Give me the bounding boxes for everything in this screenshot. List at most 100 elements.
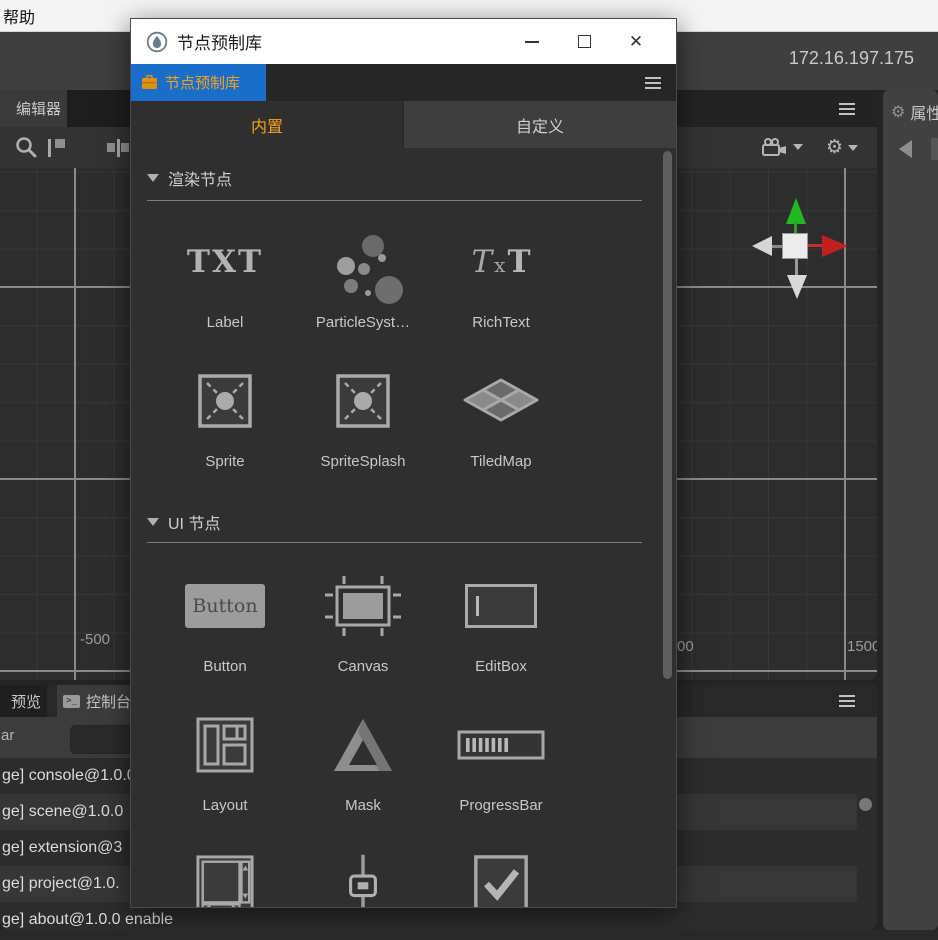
menu-item-help[interactable]: 帮助 — [0, 4, 41, 28]
log-text: ge] about@1.0.0 enable — [2, 911, 174, 928]
console-menu-icon[interactable] — [839, 695, 855, 707]
gizmo-up-stem — [794, 222, 797, 233]
dialog-panel-tab[interactable]: 节点预制库 — [131, 64, 266, 101]
section-divider — [147, 200, 642, 201]
gizmo-right-stem — [808, 244, 822, 247]
prefab-item[interactable]: TXT Label — [156, 216, 294, 355]
prefab-icon-wrap — [432, 699, 570, 791]
prefab-icon-wrap: TXT — [156, 216, 294, 308]
prefab-item[interactable]: Mask — [294, 699, 432, 838]
dialog-menu-icon[interactable] — [645, 77, 661, 89]
dialog-titlebar[interactable]: 节点预制库 ✕ — [131, 19, 676, 64]
button-icon: Button — [185, 584, 265, 628]
properties-panel-title: 属性 — [910, 106, 938, 123]
particles-icon — [328, 227, 403, 304]
maximize-button[interactable] — [558, 19, 610, 64]
section-collapse-icon[interactable] — [147, 518, 159, 526]
align-center-icon[interactable] — [107, 139, 130, 157]
minimize-button[interactable] — [506, 19, 558, 64]
prefab-item-label: TiledMap — [470, 453, 532, 470]
prefab-icon-wrap — [294, 216, 432, 308]
dialog-scrollbar-thumb[interactable] — [663, 151, 672, 679]
grid-label: 1500 — [847, 638, 877, 655]
close-button[interactable]: ✕ — [610, 19, 662, 64]
mask-icon — [331, 716, 395, 774]
section-header[interactable]: UI 节点 — [147, 510, 220, 534]
label-txt-icon: TXT — [186, 244, 264, 280]
tab-custom[interactable]: 自定义 — [403, 101, 676, 148]
tab-editor[interactable]: 编辑器 — [0, 90, 67, 127]
console-scrollbar-thumb[interactable] — [859, 798, 872, 811]
app-droplet-icon — [146, 31, 168, 53]
toggle-icon — [472, 854, 530, 907]
camera-view-dropdown[interactable] — [762, 138, 803, 156]
prefab-item[interactable]: ProgressBar — [432, 699, 570, 838]
section-title: 渲染节点 — [168, 172, 233, 189]
gizmo-left-arrow[interactable] — [752, 236, 772, 256]
prefab-item[interactable] — [156, 838, 294, 907]
clipped-widget — [931, 138, 938, 160]
tab-preview[interactable]: 预览 — [0, 685, 47, 717]
gear-icon: ⚙ — [891, 104, 906, 121]
align-left-edge-icon[interactable] — [46, 139, 68, 157]
prefab-icon-wrap — [294, 355, 432, 447]
prefab-item[interactable]: Layout — [156, 699, 294, 838]
dialog-panel-tab-label: 节点预制库 — [165, 75, 241, 92]
prefab-item-label: EditBox — [475, 658, 527, 675]
prefab-item[interactable] — [432, 838, 570, 907]
grid-major-line — [74, 168, 76, 680]
tab-builtin[interactable]: 内置 — [131, 101, 403, 148]
scene-panel-menu-icon[interactable] — [839, 103, 855, 115]
maximize-icon — [577, 35, 591, 48]
dialog-title: 节点预制库 — [177, 34, 262, 53]
tiledmap-icon — [463, 378, 539, 424]
gear-dropdown[interactable]: ⚙ — [826, 136, 859, 159]
close-icon: ✕ — [628, 32, 644, 51]
device-ip-label: 172.16.197.175 — [788, 48, 914, 68]
prefab-item[interactable]: TxT RichText — [432, 216, 570, 355]
prefab-item-label: ProgressBar — [459, 797, 543, 814]
briefcase-icon — [141, 75, 158, 90]
chevron-down-icon — [848, 144, 859, 151]
editor-tab-slot — [67, 90, 130, 127]
node-prefab-dialog: 节点预制库 ✕ 节点预制库 内置 自定义 渲染节点 TXT Label Particl… — [130, 18, 677, 908]
prefab-icon-wrap — [156, 699, 294, 791]
prefab-item[interactable]: SpriteSplash — [294, 355, 432, 494]
prefab-item[interactable] — [294, 838, 432, 907]
prefab-item[interactable]: EditBox — [432, 560, 570, 699]
prefab-icon-wrap — [156, 838, 294, 907]
tab-console-label: 控制台 — [86, 693, 132, 711]
prefab-item-label: Label — [206, 314, 244, 331]
terminal-icon: >_ — [63, 694, 80, 708]
prefab-item[interactable]: TiledMap — [432, 355, 570, 494]
prefab-icon-wrap: Button — [156, 560, 294, 652]
prefab-item-label: Button — [203, 658, 247, 675]
search-icon[interactable] — [14, 135, 38, 164]
gizmo-up-arrow[interactable] — [786, 198, 806, 224]
prefab-icon-wrap — [156, 355, 294, 447]
section-divider — [147, 542, 642, 543]
section-collapse-icon[interactable] — [147, 174, 159, 182]
prefab-item-label: Canvas — [337, 658, 389, 675]
prefab-item-label: Mask — [345, 797, 381, 814]
prefab-item[interactable]: Sprite — [156, 355, 294, 494]
prefab-item[interactable]: ParticleSyst… — [294, 216, 432, 355]
gizmo-center-handle[interactable] — [782, 233, 808, 259]
prefab-icon-wrap — [432, 560, 570, 652]
section-header[interactable]: 渲染节点 — [147, 166, 232, 190]
prefab-icon-wrap — [294, 699, 432, 791]
clear-button-partial[interactable]: ar — [1, 727, 14, 744]
layout-icon — [195, 716, 255, 774]
prefab-icon-wrap — [432, 355, 570, 447]
gizmo-down-arrow[interactable] — [787, 275, 807, 299]
minimize-icon — [525, 40, 539, 43]
back-arrow-icon[interactable] — [899, 140, 912, 158]
log-text: ge] console@1.0.0 — [2, 767, 136, 784]
canvas-icon — [324, 575, 402, 637]
prefab-item[interactable]: Button Button — [156, 560, 294, 699]
gizmo-right-arrow[interactable] — [822, 235, 848, 257]
prefab-item[interactable]: Canvas — [294, 560, 432, 699]
properties-panel-header: ⚙ 属性 — [891, 100, 938, 124]
prefab-grid: TXT Label ParticleSyst… TxT RichText Sprite Sp… — [156, 216, 570, 494]
prefab-icon-wrap — [432, 838, 570, 907]
